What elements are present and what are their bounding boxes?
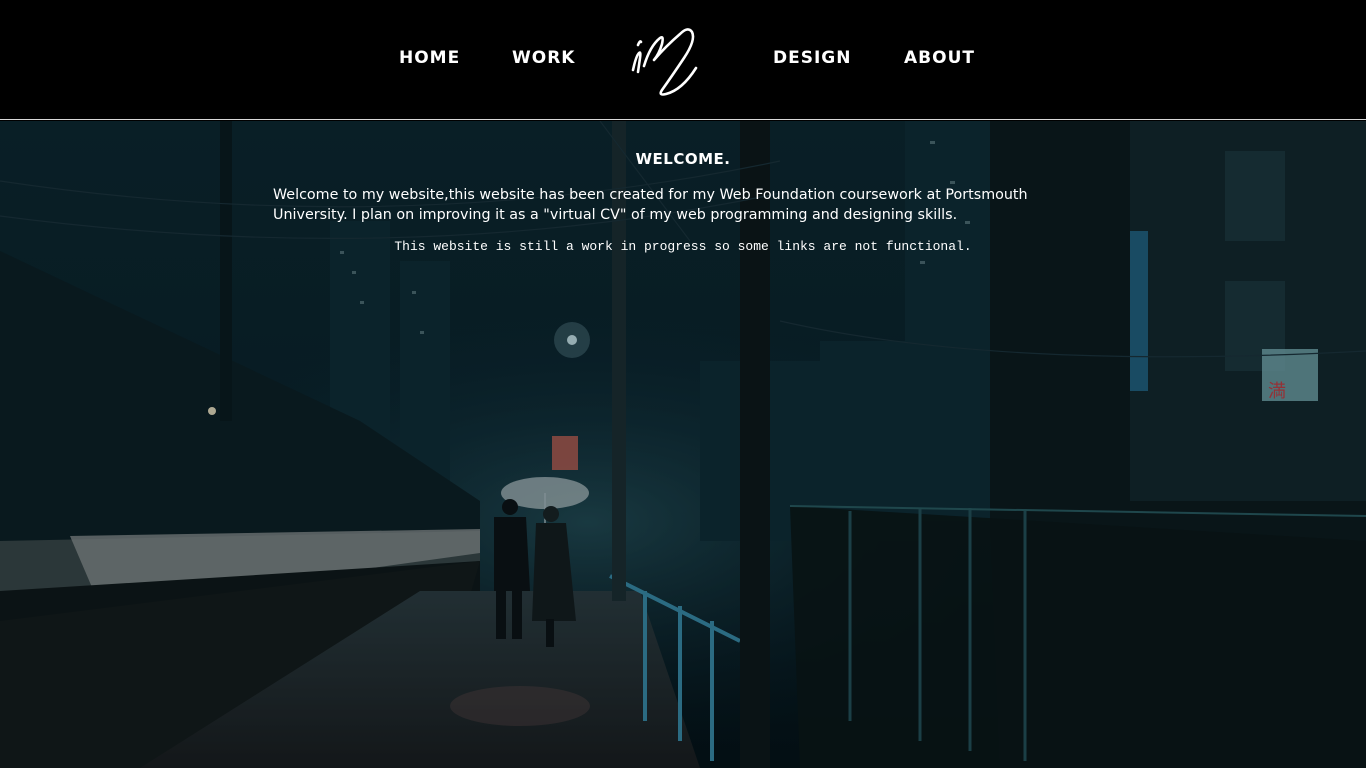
nav-work-link[interactable]: WORK xyxy=(512,48,575,68)
page-title: WELCOME. xyxy=(635,150,731,168)
nav-design-link[interactable]: DESIGN xyxy=(773,48,851,68)
site-header: HOME WORK DESIGN ABOUT xyxy=(0,0,1366,120)
work-in-progress-note: This website is still a work in progress… xyxy=(394,239,972,254)
nav-home-link[interactable]: HOME xyxy=(399,48,460,68)
intro-paragraph: Welcome to my website,this website has b… xyxy=(273,187,1028,223)
nav-about-link[interactable]: ABOUT xyxy=(904,48,975,68)
main-content: WELCOME. Welcome to my website,this webs… xyxy=(0,121,1366,768)
signature-logo-icon[interactable] xyxy=(626,20,706,100)
